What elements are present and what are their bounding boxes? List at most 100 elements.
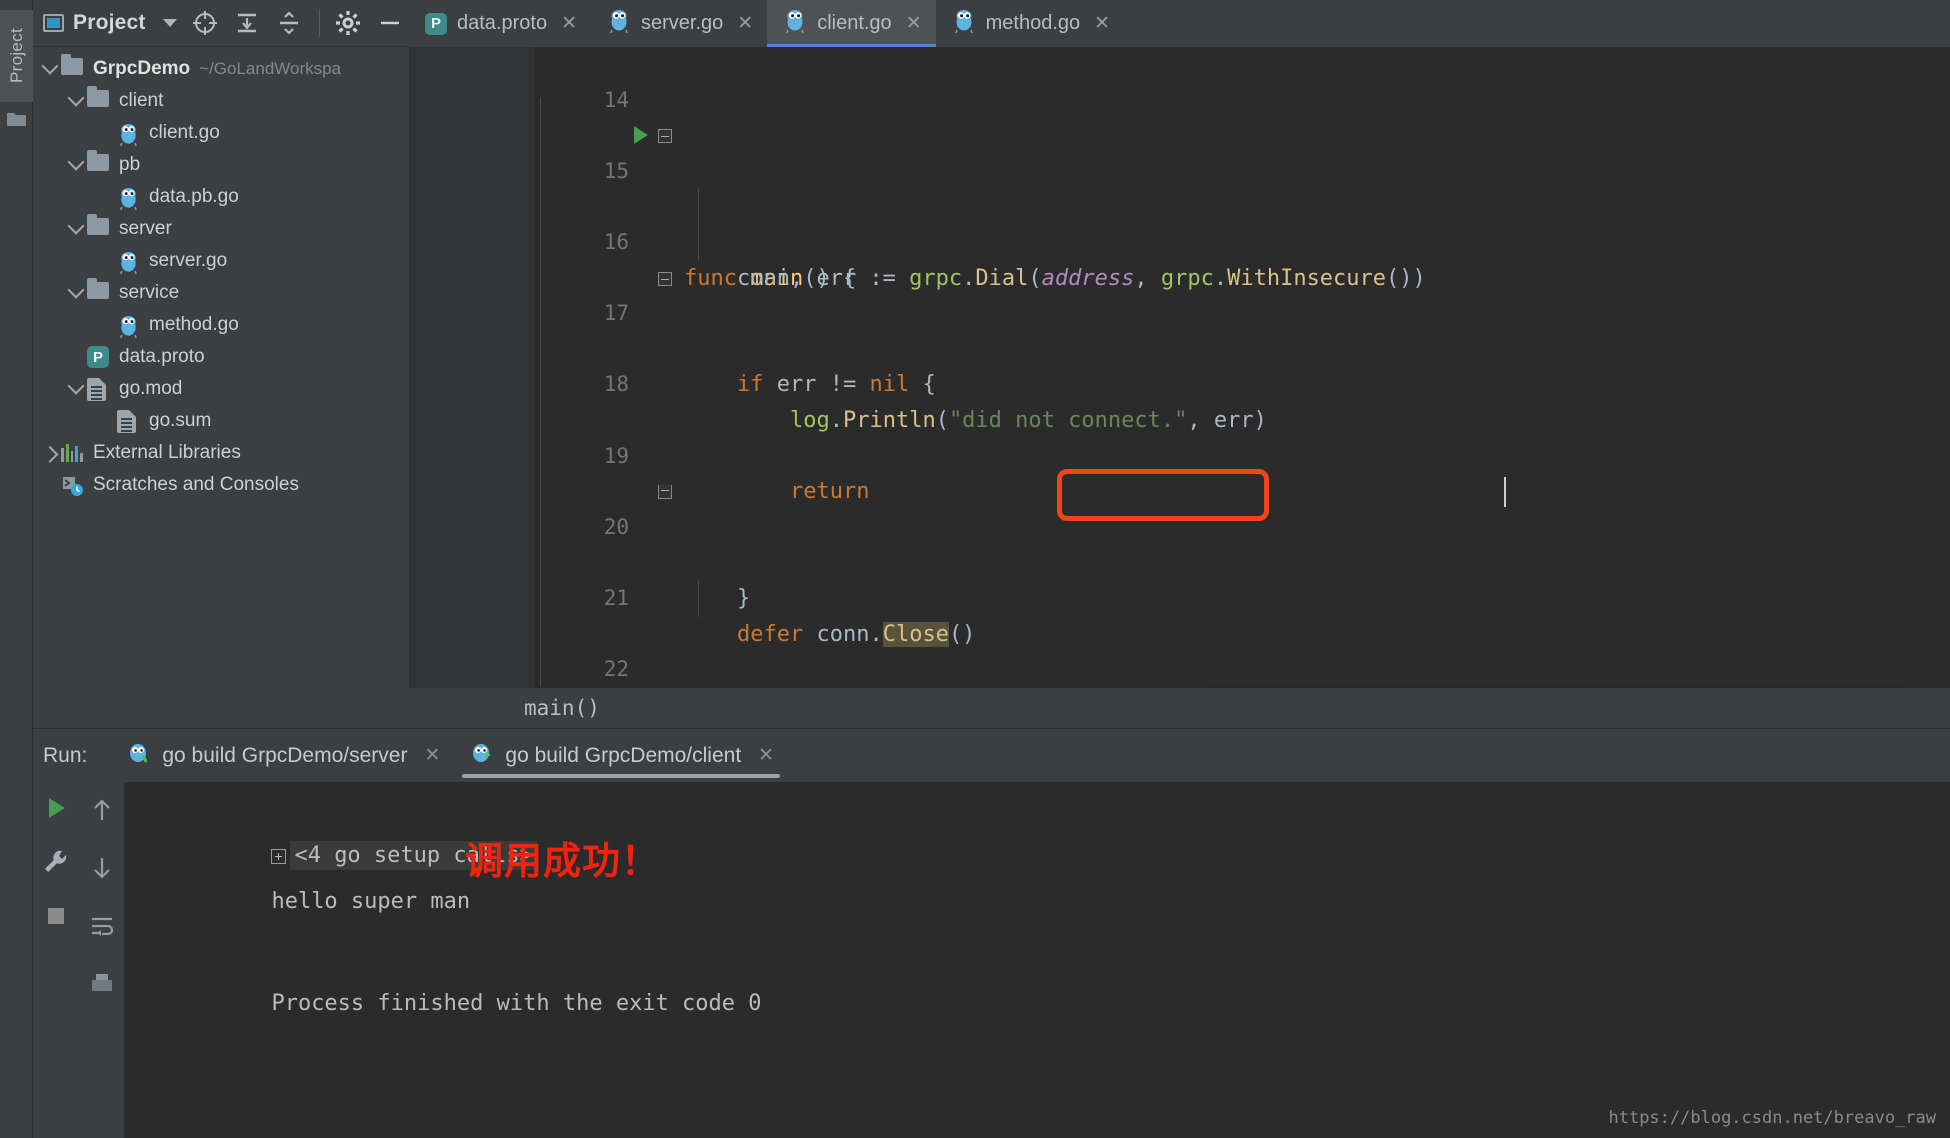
tree-item-go-sum[interactable]: go.sum <box>33 405 409 437</box>
tree-item-pb[interactable]: pb <box>33 149 409 181</box>
folder-icon[interactable] <box>7 112 26 127</box>
close-icon[interactable]: ✕ <box>737 12 753 35</box>
tree-item-service[interactable]: service <box>33 277 409 309</box>
scroll-up-icon[interactable] <box>88 796 116 824</box>
run-tab-label: go build GrpcDemo/client <box>505 743 742 767</box>
console-output-text: hello super man <box>271 889 471 914</box>
line-number: 18 <box>603 372 629 397</box>
go-file-icon <box>117 186 141 211</box>
tree-item-data-pb-go[interactable]: data.pb.go <box>33 181 409 213</box>
code-line: 15 func main() { <box>534 118 1950 291</box>
scratches-icon <box>61 474 85 496</box>
line-number: 19 <box>603 443 629 468</box>
editor-tab-label: server.go <box>641 12 724 34</box>
tree-item-grpcdemo[interactable]: GrpcDemo ~/GoLandWorkspa <box>33 53 409 85</box>
go-file-icon <box>952 8 976 40</box>
tree-item-client-go[interactable]: client.go <box>33 117 409 149</box>
close-icon[interactable]: ✕ <box>906 12 922 35</box>
code-line: 20 } <box>534 474 1950 611</box>
editor-gutter[interactable] <box>409 47 534 688</box>
editor-tab-label: method.go <box>985 12 1081 34</box>
editor-tab-client-go[interactable]: client.go ✕ <box>767 0 937 47</box>
code-line: 17 if err != nil { <box>534 261 1950 397</box>
tree-item-go-mod[interactable]: go.mod <box>33 373 409 405</box>
wrench-icon[interactable] <box>42 848 70 876</box>
proto-file-icon: P <box>87 346 111 368</box>
code-editor[interactable]: 14 15 func main() { 16 conn, err := grpc… <box>409 47 1950 688</box>
line-number: 22 <box>603 657 629 682</box>
close-icon[interactable]: ✕ <box>424 744 440 767</box>
gear-icon[interactable] <box>334 9 362 37</box>
chevron-down-icon[interactable] <box>65 89 87 107</box>
go-file-icon <box>125 740 151 772</box>
watermark: https://blog.csdn.net/breavo_raw <box>1608 1108 1936 1128</box>
indent-guide <box>698 581 699 617</box>
fold-marker-icon[interactable] <box>658 271 672 286</box>
tree-item-label: service <box>119 282 180 303</box>
project-title-group[interactable]: Project <box>43 11 177 35</box>
close-icon[interactable]: ✕ <box>758 744 774 767</box>
mod-file-icon <box>117 410 141 433</box>
goland-window: Project Project GrpcDemo ~/GoLandWorkspa… <box>0 0 1950 1138</box>
code-line: 19 return <box>534 403 1950 505</box>
tree-item-server[interactable]: server <box>33 213 409 245</box>
line-number: 14 <box>603 87 629 112</box>
fold-marker-icon[interactable] <box>658 129 672 144</box>
soft-wrap-icon[interactable] <box>88 912 116 940</box>
run-gutter-icon[interactable] <box>634 126 648 145</box>
chevron-down-icon[interactable] <box>162 19 177 27</box>
go-file-icon <box>117 314 141 339</box>
sidebar-tab-project[interactable]: Project <box>0 10 33 102</box>
folder-icon <box>87 150 111 176</box>
run-console-output[interactable]: <4 go setup calls> hello super man Proce… <box>125 782 1950 1138</box>
breadcrumb-label: main() <box>524 696 600 720</box>
editor-left-strip <box>33 688 409 728</box>
tree-item-client[interactable]: client <box>33 85 409 117</box>
console-setup-line[interactable]: <4 go setup calls> <box>139 796 1950 870</box>
expand-plus-icon[interactable] <box>271 848 287 864</box>
close-icon[interactable]: ✕ <box>1094 12 1110 35</box>
run-icon[interactable] <box>42 794 70 822</box>
folder-icon <box>87 214 111 240</box>
tree-item-scratches-and-consoles[interactable]: Scratches and Consoles <box>33 469 409 501</box>
minimize-icon[interactable] <box>376 9 404 37</box>
editor-tab-server-go[interactable]: server.go ✕ <box>591 0 767 47</box>
editor-tab-method-go[interactable]: method.go ✕ <box>936 0 1124 47</box>
project-file-tree: GrpcDemo ~/GoLandWorkspa client client.go pb… <box>33 47 409 501</box>
go-file-icon <box>117 122 141 147</box>
go-file-icon <box>117 250 141 275</box>
chevron-down-icon[interactable] <box>39 57 61 75</box>
run-tab-client[interactable]: go build GrpcDemo/client ✕ <box>454 729 788 782</box>
expand-all-icon[interactable] <box>233 9 261 37</box>
editor-tab-data-proto[interactable]: Pdata.proto ✕ <box>409 0 591 47</box>
line-number: 16 <box>603 229 629 254</box>
project-panel-title: Project <box>73 11 146 34</box>
code-line: 18 log.Println("did not connect.", err) <box>534 332 1950 433</box>
line-number: 17 <box>603 301 629 326</box>
code-line: 22 <box>534 617 1950 681</box>
run-tool-window: Run: go build GrpcDemo/server ✕ go build… <box>33 728 1950 1138</box>
code-lines-container: 14 15 func main() { 16 conn, err := grpc… <box>534 47 1950 688</box>
print-icon[interactable] <box>88 970 116 998</box>
close-icon[interactable]: ✕ <box>561 12 577 35</box>
fold-end-icon[interactable] <box>658 485 672 500</box>
chevron-right-icon[interactable] <box>39 445 61 463</box>
tree-item-external-libraries[interactable]: External Libraries <box>33 437 409 469</box>
locate-icon[interactable] <box>191 9 219 37</box>
collapse-all-icon[interactable] <box>275 9 303 37</box>
chevron-down-icon[interactable] <box>65 153 87 171</box>
chevron-down-icon[interactable] <box>65 377 87 395</box>
tree-item-label: External Libraries <box>93 442 241 463</box>
tree-item-server-go[interactable]: server.go <box>33 245 409 277</box>
run-tab-server[interactable]: go build GrpcDemo/server ✕ <box>111 729 454 782</box>
chevron-down-icon[interactable] <box>65 281 87 299</box>
chevron-down-icon[interactable] <box>65 217 87 235</box>
scroll-down-icon[interactable] <box>88 854 116 882</box>
line-number: 20 <box>603 514 629 539</box>
project-toolbar: Project <box>33 0 409 47</box>
breadcrumb[interactable]: main() <box>409 688 1950 728</box>
tree-item-method-go[interactable]: method.go <box>33 309 409 341</box>
stop-icon[interactable] <box>42 902 70 930</box>
tree-item-label: server <box>119 218 172 239</box>
tree-item-data-proto[interactable]: Pdata.proto <box>33 341 409 373</box>
